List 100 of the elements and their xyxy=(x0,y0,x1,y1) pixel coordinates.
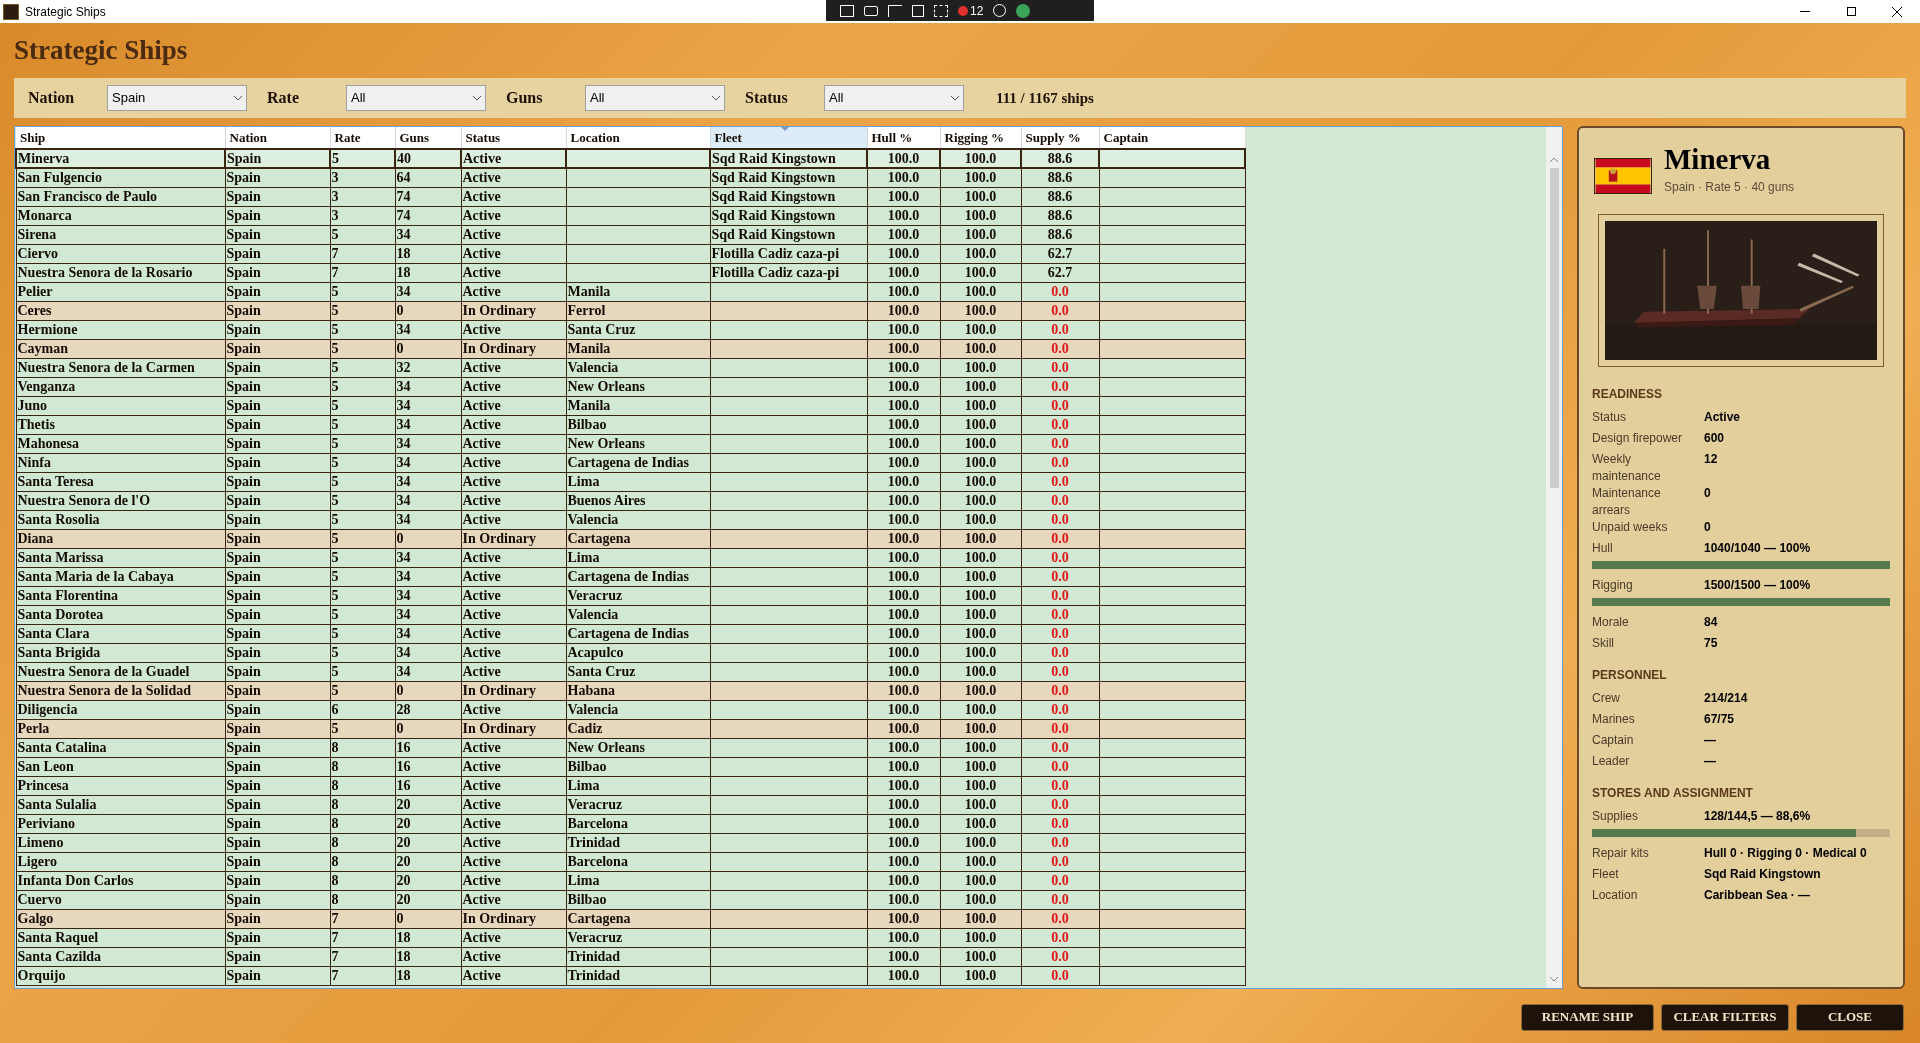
table-row[interactable]: Minerva Spain 5 40 Active Sqd Raid Kingstown 100.0 100.0 88.6 xyxy=(16,149,1245,168)
table-cell: Spain xyxy=(225,453,330,472)
table-cell: Spain xyxy=(225,681,330,700)
action-button[interactable]: RENAME SHIP xyxy=(1521,1003,1654,1031)
table-cell: 8 xyxy=(330,814,395,833)
table-cell: Active xyxy=(461,206,566,225)
field-label: Crew xyxy=(1592,690,1621,707)
table-cell: Monarca xyxy=(16,206,225,225)
table-cell: 0 xyxy=(395,681,461,700)
table-cell: Active xyxy=(461,871,566,890)
table-cell: 0.0 xyxy=(1021,681,1099,700)
table-cell: 100.0 xyxy=(867,700,940,719)
table-cell: Spain xyxy=(225,795,330,814)
table-cell: 5 xyxy=(330,472,395,491)
column-header[interactable]: Rigging % xyxy=(940,127,1021,149)
column-header[interactable]: Nation xyxy=(225,127,330,149)
table-cell: Active xyxy=(461,890,566,909)
action-button[interactable]: CLEAR FILTERS xyxy=(1661,1003,1789,1031)
table-cell: Nuestra Senora de la Carmen xyxy=(16,358,225,377)
table-cell: Santa Cazilda xyxy=(16,947,225,966)
field-label: Weekly maintenance xyxy=(1592,451,1662,485)
field-value: 12 xyxy=(1704,451,1719,468)
table-cell: Pelier xyxy=(16,282,225,301)
table-cell: Juno xyxy=(16,396,225,415)
table-cell: 100.0 xyxy=(940,529,1021,548)
field-label: Location xyxy=(1592,887,1639,904)
field-label: Status xyxy=(1592,409,1628,426)
table-cell: 5 xyxy=(330,282,395,301)
filter-dropdown[interactable]: All xyxy=(346,85,486,111)
column-header[interactable]: Fleet xyxy=(710,127,867,149)
table-cell: 0.0 xyxy=(1021,890,1099,909)
table-cell: Spain xyxy=(225,320,330,339)
table-cell: Cadiz xyxy=(566,719,710,738)
table-cell: 5 xyxy=(330,453,395,472)
table-cell: 0.0 xyxy=(1021,377,1099,396)
table-cell: 3 xyxy=(330,187,395,206)
scrollbar[interactable] xyxy=(1546,127,1562,988)
table-cell: 100.0 xyxy=(867,320,940,339)
field-label: Marines xyxy=(1592,711,1636,728)
table-cell: 34 xyxy=(395,472,461,491)
table-cell: 0.0 xyxy=(1021,871,1099,890)
table-cell: 5 xyxy=(330,510,395,529)
table-cell: 0.0 xyxy=(1021,700,1099,719)
table-cell: 34 xyxy=(395,225,461,244)
action-button[interactable]: CLOSE xyxy=(1796,1003,1904,1031)
table-cell: 5 xyxy=(330,681,395,700)
field-label: Unpaid weeks xyxy=(1592,519,1669,536)
filter-dropdown[interactable]: All xyxy=(585,85,725,111)
column-header[interactable]: Status xyxy=(461,127,566,149)
ship-count: 111 / 1167 ships xyxy=(996,88,1094,108)
table-cell: 0.0 xyxy=(1021,320,1099,339)
column-header[interactable]: Rate xyxy=(330,127,395,149)
table-cell: 0.0 xyxy=(1021,491,1099,510)
table-cell: 5 xyxy=(330,567,395,586)
table-cell: 100.0 xyxy=(940,263,1021,282)
table-cell: 100.0 xyxy=(867,187,940,206)
table-cell: 0.0 xyxy=(1021,529,1099,548)
field-label: Fleet xyxy=(1592,866,1620,883)
scrollbar-thumb[interactable] xyxy=(1549,168,1559,488)
table-cell: Spain xyxy=(225,225,330,244)
table-cell: 18 xyxy=(395,966,461,985)
filter-dropdown[interactable]: Spain xyxy=(107,85,247,111)
table-cell: 0.0 xyxy=(1021,776,1099,795)
window-title: Strategic Ships xyxy=(25,3,106,21)
column-header[interactable]: Location xyxy=(566,127,710,149)
table-cell: Spain xyxy=(225,738,330,757)
filter-dropdown[interactable]: All xyxy=(824,85,964,111)
table-cell: In Ordinary xyxy=(461,301,566,320)
table-cell: 100.0 xyxy=(940,168,1021,187)
field-value: 67/75 xyxy=(1704,711,1736,728)
table-cell: Spain xyxy=(225,909,330,928)
column-header[interactable]: Guns xyxy=(395,127,461,149)
table-cell: Active xyxy=(461,928,566,947)
table-cell: 100.0 xyxy=(867,567,940,586)
table-cell: Orquijo xyxy=(16,966,225,985)
table-cell: Santa Dorotea xyxy=(16,605,225,624)
table-cell: 8 xyxy=(330,738,395,757)
table-cell: Diligencia xyxy=(16,700,225,719)
table-cell: Bilbao xyxy=(566,890,710,909)
table-cell: 100.0 xyxy=(940,700,1021,719)
table-cell: Santa Catalina xyxy=(16,738,225,757)
column-header[interactable]: Hull % xyxy=(867,127,940,149)
column-header[interactable]: Supply % xyxy=(1021,127,1099,149)
table-cell: Flotilla Cadiz caza-pi xyxy=(710,244,867,263)
table-cell: 6 xyxy=(330,700,395,719)
table-cell: 34 xyxy=(395,548,461,567)
table-cell: 100.0 xyxy=(867,168,940,187)
table-cell: 34 xyxy=(395,586,461,605)
table-cell: Santa Cruz xyxy=(566,320,710,339)
table-cell: Ciervo xyxy=(16,244,225,263)
table-cell: Spain xyxy=(225,700,330,719)
column-header[interactable]: Captain xyxy=(1099,127,1245,149)
column-header[interactable]: Ship xyxy=(16,127,225,149)
table-cell: Spain xyxy=(225,928,330,947)
table-cell: 34 xyxy=(395,282,461,301)
table-cell: 5 xyxy=(330,605,395,624)
table-cell: 16 xyxy=(395,776,461,795)
table-cell: 0.0 xyxy=(1021,548,1099,567)
table-cell: Active xyxy=(461,320,566,339)
table-cell: Active xyxy=(461,738,566,757)
